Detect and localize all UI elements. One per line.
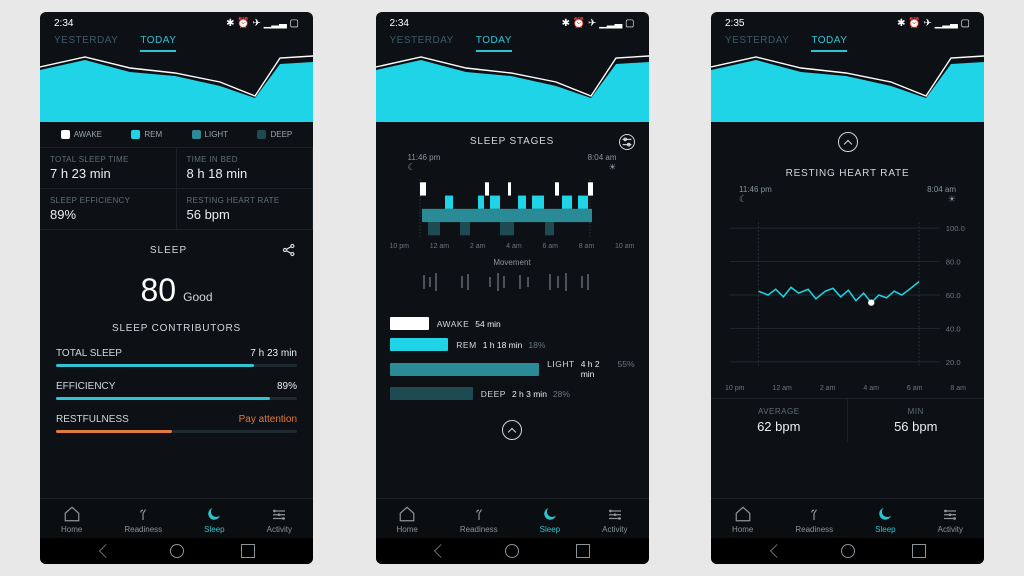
nav-activity[interactable]: Activity (267, 505, 292, 534)
tab-yesterday[interactable]: YESTERDAY (54, 35, 118, 46)
score-section: SLEEP 80 Good SLEEP CONTRIBUTORS (40, 230, 313, 338)
status-indicators: ✱ ⏰ ✈ ▁▂▃ ▢ (226, 18, 299, 29)
svg-text:80.0: 80.0 (946, 257, 961, 266)
sys-recents-button[interactable] (576, 544, 590, 558)
stage-bar-deep[interactable]: DEEP2 h 3 min28% (390, 387, 635, 400)
stat-total-sleep[interactable]: TOTAL SLEEP TIME 7 h 23 min (40, 148, 177, 189)
svg-text:40.0: 40.0 (946, 324, 961, 333)
stage-bar-light[interactable]: LIGHT4 h 2 min55% (390, 359, 635, 379)
stat-time-in-bed[interactable]: TIME IN BED 8 h 18 min (177, 148, 314, 189)
contrib-total-sleep[interactable]: TOTAL SLEEP7 h 23 min (56, 348, 297, 367)
sleep-area-chart[interactable] (40, 54, 313, 122)
stage-breakdown: AWAKE54 min REM1 h 18 min18% LIGHT4 h 2 … (376, 297, 649, 414)
share-icon[interactable] (281, 242, 297, 258)
stages-title: SLEEP STAGES (376, 126, 649, 153)
stage-bar-awake[interactable]: AWAKE54 min (390, 317, 635, 330)
chevron-up-icon (508, 427, 516, 435)
hr-title: RESTING HEART RATE (711, 158, 984, 185)
score-title: SLEEP (150, 245, 187, 256)
status-bar: 2:34 ✱ ⏰ ✈ ▁▂▃ ▢ (40, 12, 313, 31)
sleep-area-chart[interactable] (376, 54, 649, 122)
sys-back-button[interactable] (99, 544, 113, 558)
chevron-up-icon (843, 139, 851, 147)
contrib-efficiency[interactable]: EFFICIENCY89% (56, 381, 297, 400)
legend-light: LIGHT (192, 130, 229, 139)
svg-text:20.0: 20.0 (946, 358, 961, 367)
nav-sleep[interactable]: Sleep (204, 505, 224, 534)
nav-readiness[interactable]: Readiness (795, 505, 833, 534)
contrib-restfulness[interactable]: RESTFULNESSPay attention (56, 414, 297, 433)
bottom-nav: Home Readiness Sleep Activity (376, 498, 649, 538)
hr-stat-avg[interactable]: AVERAGE 62 bpm (711, 399, 848, 442)
tab-today[interactable]: TODAY (140, 35, 176, 46)
legend-deep: DEEP (257, 130, 292, 139)
status-bar: 2:34 ✱ ⏰ ✈ ▁▂▃ ▢ (376, 12, 649, 31)
nav-home[interactable]: Home (397, 505, 418, 534)
tab-yesterday[interactable]: YESTERDAY (390, 35, 454, 46)
hr-stat-min[interactable]: MIN 56 bpm (848, 399, 985, 442)
hr-xaxis: 10 pm 12 am 2 am 4 am 6 am 8 am (711, 385, 984, 392)
stages-time-range: 11:46 pm☾ 8:04 am☀ (376, 153, 649, 173)
system-nav (711, 538, 984, 564)
sys-home-button[interactable] (170, 544, 184, 558)
nav-sleep[interactable]: Sleep (540, 505, 560, 534)
stats-grid: TOTAL SLEEP TIME 7 h 23 min TIME IN BED … (40, 147, 313, 230)
day-tabs: YESTERDAY TODAY (40, 31, 313, 54)
day-tabs: YESTERDAY TODAY (711, 31, 984, 54)
status-bar: 2:35 ✱ ⏰ ✈ ▁▂▃ ▢ (711, 12, 984, 31)
stat-efficiency[interactable]: SLEEP EFFICIENCY 89% (40, 189, 177, 230)
stages-xaxis: 10 pm 12 am 2 am 4 am 6 am 8 am 10 am (376, 243, 649, 250)
tab-today[interactable]: TODAY (476, 35, 512, 46)
bottom-nav: Home Readiness Sleep Activity (40, 498, 313, 538)
system-nav (376, 538, 649, 564)
sys-recents-button[interactable] (912, 544, 926, 558)
nav-activity[interactable]: Activity (602, 505, 627, 534)
hr-time-range: 11:46 pm☾ 8:04 am☀ (711, 185, 984, 205)
contributors-list: TOTAL SLEEP7 h 23 min EFFICIENCY89% REST… (40, 338, 313, 447)
phone-screen-sleep-summary: 2:34 ✱ ⏰ ✈ ▁▂▃ ▢ YESTERDAY TODAY AWAKE R… (40, 12, 313, 564)
legend: AWAKE REM LIGHT DEEP (40, 126, 313, 147)
tab-today[interactable]: TODAY (811, 35, 847, 46)
movement-chart[interactable] (390, 271, 635, 293)
bottom-nav: Home Readiness Sleep Activity (711, 498, 984, 538)
expand-up-button[interactable] (502, 420, 522, 440)
stage-bar-rem[interactable]: REM1 h 18 min18% (390, 338, 635, 351)
collapse-up-button[interactable] (838, 132, 858, 152)
nav-home[interactable]: Home (61, 505, 82, 534)
nav-readiness[interactable]: Readiness (460, 505, 498, 534)
tab-yesterday[interactable]: YESTERDAY (725, 35, 789, 46)
phone-screen-heart-rate: 2:35 ✱ ⏰ ✈ ▁▂▃ ▢ YESTERDAY TODAY RESTING… (711, 12, 984, 564)
svg-text:100.0: 100.0 (946, 224, 965, 233)
sys-home-button[interactable] (841, 544, 855, 558)
sys-home-button[interactable] (505, 544, 519, 558)
stat-rhr[interactable]: RESTING HEART RATE 56 bpm (177, 189, 314, 230)
system-nav (40, 538, 313, 564)
legend-awake: AWAKE (61, 130, 102, 139)
legend-rem: REM (131, 130, 162, 139)
status-indicators: ✱ ⏰ ✈ ▁▂▃ ▢ (562, 18, 635, 29)
hr-stats: AVERAGE 62 bpm MIN 56 bpm (711, 398, 984, 442)
nav-sleep[interactable]: Sleep (875, 505, 895, 534)
movement-title: Movement (376, 258, 649, 267)
hypnogram-chart[interactable] (376, 173, 649, 243)
status-time: 2:34 (54, 18, 73, 29)
hr-line-chart[interactable]: 100.0 80.0 60.0 40.0 20.0 (711, 205, 984, 385)
status-indicators: ✱ ⏰ ✈ ▁▂▃ ▢ (897, 18, 970, 29)
day-tabs: YESTERDAY TODAY (376, 31, 649, 54)
status-time: 2:35 (725, 18, 744, 29)
sys-back-button[interactable] (770, 544, 784, 558)
nav-readiness[interactable]: Readiness (124, 505, 162, 534)
sleep-score: 80 Good (56, 272, 297, 309)
nav-home[interactable]: Home (732, 505, 753, 534)
nav-activity[interactable]: Activity (938, 505, 963, 534)
status-time: 2:34 (390, 18, 409, 29)
filter-icon[interactable] (619, 134, 635, 150)
sys-back-button[interactable] (434, 544, 448, 558)
svg-text:60.0: 60.0 (946, 291, 961, 300)
phone-screen-sleep-stages: 2:34 ✱ ⏰ ✈ ▁▂▃ ▢ YESTERDAY TODAY SLEEP S… (376, 12, 649, 564)
contributors-title: SLEEP CONTRIBUTORS (56, 323, 297, 334)
sys-recents-button[interactable] (241, 544, 255, 558)
sleep-area-chart[interactable] (711, 54, 984, 122)
